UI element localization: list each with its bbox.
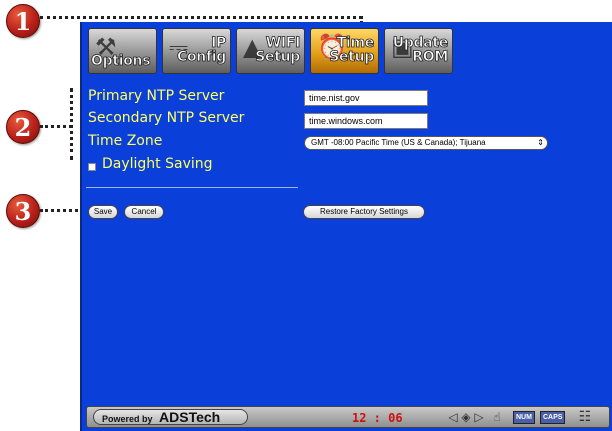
tab-label-setup: Setup (255, 49, 301, 65)
daylight-saving-label: Daylight Saving (102, 156, 213, 172)
form-divider (86, 187, 298, 188)
callout-marker-3: 3 (6, 194, 40, 228)
tab-label-time-setup: Setup (329, 49, 375, 65)
brand-name: ADSTech (159, 409, 221, 425)
tab-ip-config[interactable]: ⎓ IP Config (162, 28, 231, 74)
timezone-value: GMT -08:00 Pacific Time (US & Canada); T… (311, 138, 486, 147)
callout-marker-2: 2 (6, 110, 40, 144)
save-button[interactable]: Save (88, 205, 118, 219)
tab-label-rom: ROM (412, 49, 449, 65)
forward-arrow-icon[interactable]: ▷ (473, 410, 485, 425)
primary-ntp-input[interactable]: time.nist.gov (304, 90, 428, 106)
tab-label-options: Options (91, 53, 151, 69)
device-screen: ⚒ Options ⎓ IP Config ▲ WIFI Setup ⏰ Tim… (80, 22, 612, 431)
callout-1-leader-h (40, 16, 362, 19)
tab-wifi-setup[interactable]: ▲ WIFI Setup (236, 28, 305, 74)
powered-by-text: Powered by (102, 414, 153, 424)
timezone-select[interactable]: GMT -08:00 Pacific Time (US & Canada); T… (304, 136, 548, 150)
callout-2-leader-h (40, 125, 72, 128)
num-lock-indicator: NUM (513, 411, 535, 424)
restore-factory-settings-button[interactable]: Restore Factory Settings (303, 205, 425, 219)
cancel-button[interactable]: Cancel (124, 205, 164, 219)
callout-2-leader-v (70, 88, 73, 160)
secondary-ntp-input[interactable]: time.windows.com (304, 113, 428, 129)
tab-options[interactable]: ⚒ Options (88, 28, 157, 74)
callout-3-leader-h (40, 209, 84, 212)
powered-by-badge: Powered by ADSTech (93, 409, 248, 425)
keyboard-icon[interactable]: ☷ (577, 410, 593, 425)
tab-time-setup[interactable]: ⏰ Time Setup (310, 28, 379, 74)
tab-bar: ⚒ Options ⎓ IP Config ▲ WIFI Setup ⏰ Tim… (88, 28, 453, 74)
secondary-ntp-label: Secondary NTP Server (88, 110, 245, 126)
dpad-icon[interactable]: ◈ (459, 410, 473, 425)
dropdown-arrow-icon: ⇕ (537, 138, 544, 147)
timezone-label: Time Zone (88, 133, 163, 149)
back-arrow-icon[interactable]: ◁ (447, 410, 459, 425)
clock-display: 12 : 06 (352, 411, 403, 425)
caps-lock-indicator: CAPS (540, 411, 566, 424)
tab-update-rom[interactable]: ▣ Update ROM (384, 28, 453, 74)
callout-marker-1: 1 (6, 4, 40, 38)
status-bar: Powered by ADSTech 12 : 06 ◁ ◈ ▷ ☝ NUM C… (86, 406, 610, 428)
daylight-saving-checkbox[interactable] (88, 163, 96, 171)
tab-label-config: Config (177, 49, 227, 65)
hand-cursor-icon[interactable]: ☝ (489, 410, 505, 425)
primary-ntp-label: Primary NTP Server (88, 88, 225, 104)
